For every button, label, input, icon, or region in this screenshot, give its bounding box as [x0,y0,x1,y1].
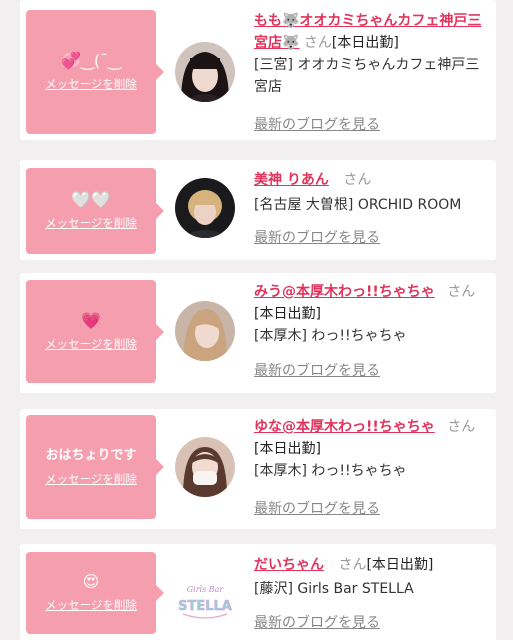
avatar[interactable] [175,437,235,497]
message-card: 💞‿(¯‿ メッセージを削除 もも🐺オオカミちゃんカフェ神戸三宮店🐺 さん[本日… [20,0,496,140]
avatar[interactable] [175,301,235,361]
latest-blog-link[interactable]: 最新のブログを見る [254,498,380,518]
message-text: 💗 [81,310,101,330]
delete-message-link[interactable]: メッセージを削除 [45,597,137,613]
message-bubble: 🤍🤍 メッセージを削除 [26,168,164,254]
attendance-status: [本日出勤] [366,557,434,573]
message-bubble: 💗 メッセージを削除 [26,280,164,383]
shop-name: [三宮] オオカミちゃんカフェ神戸三宮店 [254,57,480,95]
message-card: 😍 メッセージを削除 Girls Bar STELLA だいちゃん さん[本日出… [20,544,496,640]
honorific: さん [447,284,476,300]
user-name-link[interactable]: 美神 りあん [254,172,329,188]
shop-name: [本厚木] わっ!!ちゃちゃ [254,463,407,479]
attendance-status: [本日出勤] [331,35,399,51]
message-text: 💞‿(¯‿ [61,51,121,70]
message-text: おはちょりです [45,448,137,463]
avatar[interactable] [175,178,235,238]
message-bubble: 😍 メッセージを削除 [26,552,164,634]
honorific: さん [303,35,332,51]
user-name-link[interactable]: ゆな@本厚木わっ!!ちゃちゃ [254,419,435,435]
user-info: 美神 りあん さん [名古屋 大曽根] ORCHID ROOM [254,169,490,216]
user-name-link[interactable]: みう@本厚木わっ!!ちゃちゃ [254,284,435,300]
honorific: さん [338,557,367,573]
avatar[interactable] [175,42,235,102]
logo-text: STELLA [178,599,232,614]
shop-name: [藤沢] Girls Bar STELLA [254,581,414,597]
latest-blog-link[interactable]: 最新のブログを見る [254,114,380,134]
attendance-status: [本日出勤] [254,306,321,322]
latest-blog-link[interactable]: 最新のブログを見る [254,612,380,632]
user-info: ゆな@本厚木わっ!!ちゃちゃ さん [本日出勤] [本厚木] わっ!!ちゃちゃ [254,416,490,482]
latest-blog-link[interactable]: 最新のブログを見る [254,227,380,247]
shop-logo[interactable]: Girls Bar STELLA [175,570,235,630]
message-card: 💗 メッセージを削除 みう@本厚木わっ!!ちゃちゃ さん [本日出勤] [本厚木]… [20,273,496,393]
message-bubble: 💞‿(¯‿ メッセージを削除 [26,10,164,134]
delete-message-link[interactable]: メッセージを削除 [45,471,137,487]
shop-name: [名古屋 大曽根] ORCHID ROOM [254,197,462,213]
user-info: もも🐺オオカミちゃんカフェ神戸三宮店🐺 さん[本日出勤] [三宮] オオカミちゃ… [254,10,490,98]
message-card: おはちょりです メッセージを削除 ゆな@本厚木わっ!!ちゃちゃ さん [本日出勤]… [20,409,496,529]
message-card: 🤍🤍 メッセージを削除 美神 りあん さん [名古屋 大曽根] ORCHID R… [20,160,496,260]
honorific: さん [447,419,476,435]
user-name-link[interactable]: だいちゃん [254,557,324,573]
user-info: みう@本厚木わっ!!ちゃちゃ さん [本日出勤] [本厚木] わっ!!ちゃちゃ [254,281,490,347]
svg-text:Girls Bar: Girls Bar [187,585,225,594]
delete-message-link[interactable]: メッセージを削除 [45,336,137,352]
user-info: だいちゃん さん[本日出勤] [藤沢] Girls Bar STELLA [254,554,490,600]
delete-message-link[interactable]: メッセージを削除 [45,76,137,92]
latest-blog-link[interactable]: 最新のブログを見る [254,360,380,380]
honorific: さん [343,172,372,188]
shop-name: [本厚木] わっ!!ちゃちゃ [254,328,407,344]
attendance-status: [本日出勤] [254,441,321,457]
message-text: 😍 [82,572,100,591]
message-text: 🤍🤍 [71,190,111,209]
message-bubble: おはちょりです メッセージを削除 [26,415,164,519]
delete-message-link[interactable]: メッセージを削除 [45,215,137,231]
